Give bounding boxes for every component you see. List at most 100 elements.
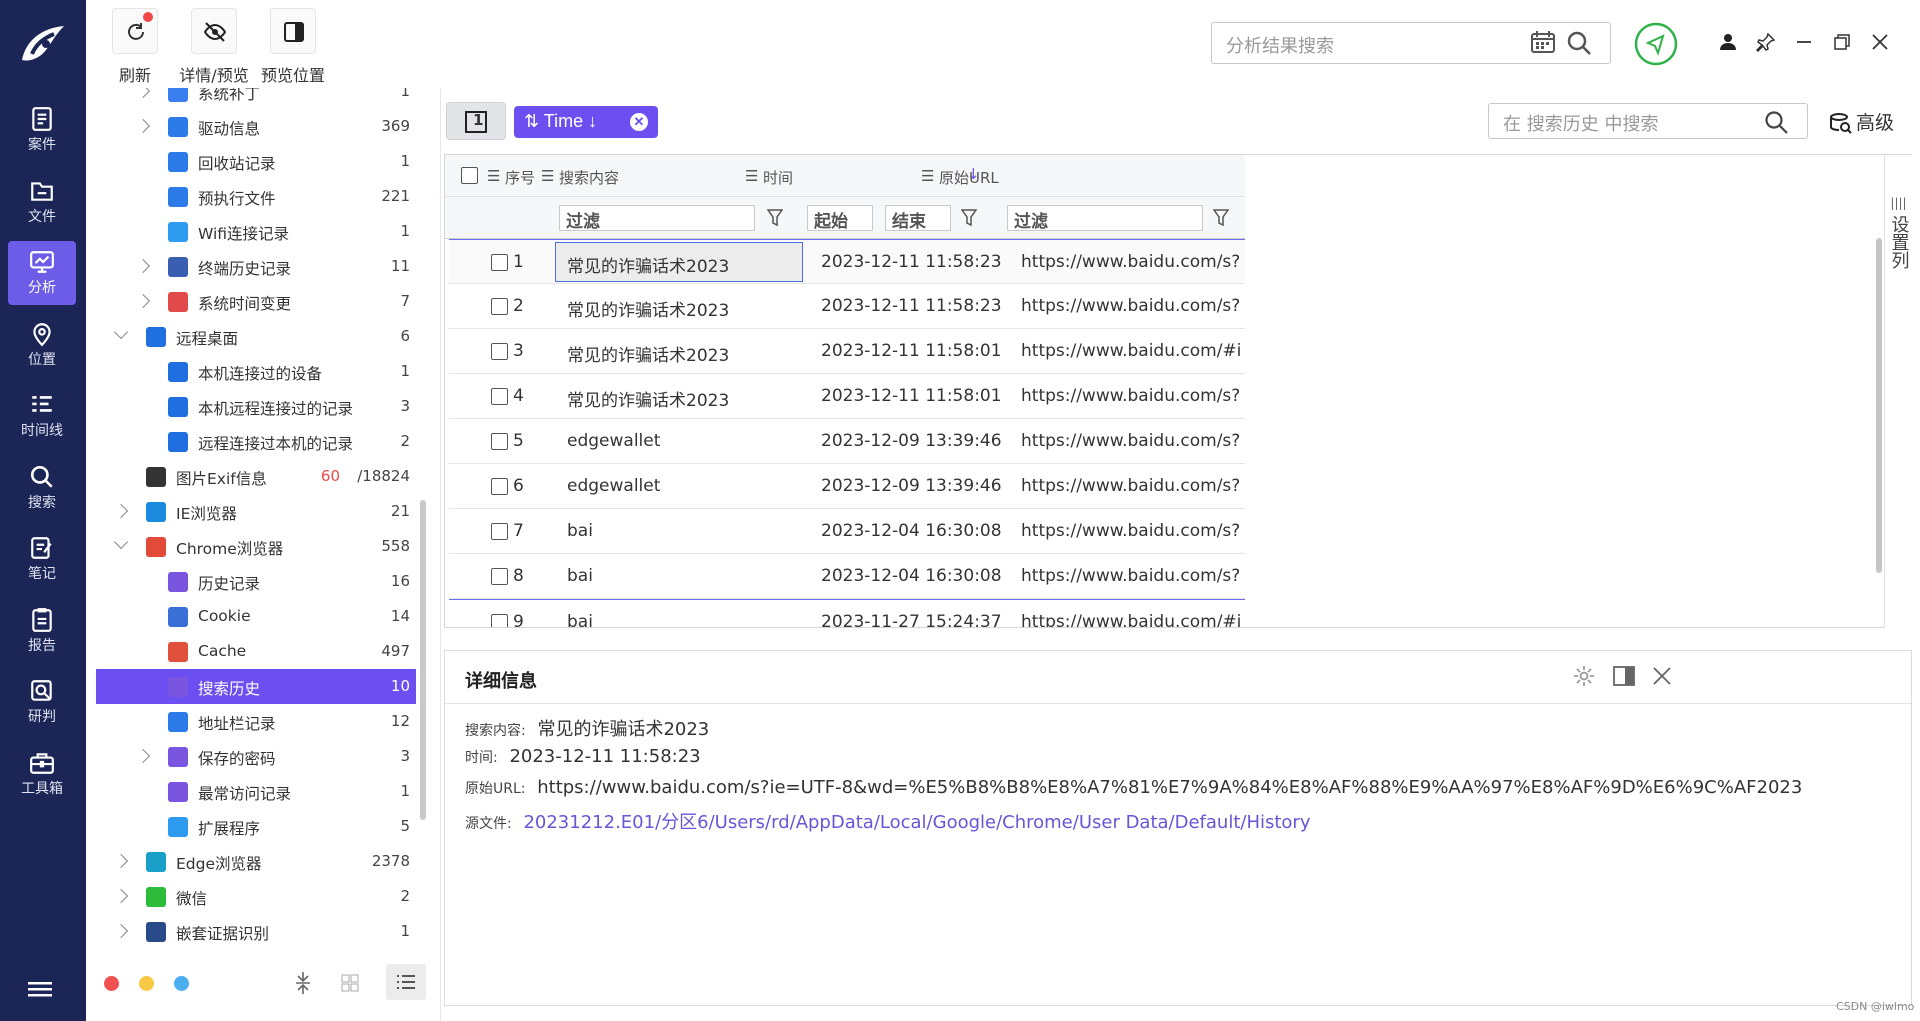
filter-icon[interactable] [766,209,784,232]
table-row[interactable]: 4 常见的诈骗话术2023 2023-12-11 11:58:01 https://w… [449,374,1245,419]
tree-item[interactable]: 保存的密码 3 [96,739,416,774]
close-window-icon[interactable] [1870,32,1890,56]
send-icon[interactable] [1634,22,1678,70]
rail-item[interactable]: 时间线 [8,384,76,448]
preview-position-button[interactable]: 预览位置 [256,8,330,88]
row-checkbox[interactable] [491,523,508,540]
tree-item[interactable]: 嵌套证据识别 1 [96,914,416,949]
restore-icon[interactable] [1832,32,1852,56]
search-icon[interactable] [1566,30,1592,60]
tree-item[interactable]: 搜索历史 10 [96,669,416,704]
chevron-right-icon[interactable] [135,258,151,274]
rail-item[interactable]: 工具箱 [8,742,76,806]
chevron-right-icon[interactable] [113,503,129,519]
red-dot[interactable] [104,976,119,991]
pin-icon[interactable] [1755,32,1776,56]
chevron-right-icon[interactable] [113,853,129,869]
tree-item[interactable]: 回收站记录 1 [96,144,416,179]
column-menu-icon[interactable]: ☰ [921,167,934,185]
tree-item[interactable]: Edge浏览器 2378 [96,844,416,879]
table-row[interactable]: 2 常见的诈骗话术2023 2023-12-11 11:58:23 https://w… [449,284,1245,329]
content-filter-input[interactable]: 过滤 [559,205,755,232]
rail-item[interactable]: 文件 [8,170,76,234]
chevron-right-icon[interactable] [135,88,151,99]
tree-item[interactable]: 地址栏记录 12 [96,704,416,739]
tree-item[interactable]: 终端历史记录 11 [96,249,416,284]
minimize-icon[interactable] [1794,32,1814,56]
row-checkbox[interactable] [491,254,508,271]
col-header-time[interactable]: 时间 [763,167,793,188]
row-checkbox[interactable] [491,388,508,405]
remove-sort-icon[interactable]: ✕ [630,113,648,131]
row-checkbox[interactable] [491,568,508,585]
rail-item[interactable]: 报告 [8,599,76,663]
rail-item[interactable]: 搜索 [8,456,76,520]
chevron-right-icon[interactable] [113,888,129,904]
hamburger-menu-icon[interactable] [28,980,54,1000]
tree-item[interactable]: 扩展程序 5 [96,809,416,844]
tree-item[interactable]: 远程桌面 6 [96,319,416,354]
close-detail-icon[interactable] [1651,665,1673,691]
column-menu-icon[interactable]: ☰ [487,167,500,185]
advanced-button[interactable]: 高级 [1856,108,1894,135]
rail-item[interactable]: 研判 [8,670,76,734]
tree-item[interactable]: Cookie 14 [96,599,416,634]
tree-item[interactable]: Chrome浏览器 558 [96,529,416,564]
panel-divider[interactable] [440,88,441,1021]
tree-item[interactable]: 驱动信息 369 [96,109,416,144]
table-row[interactable]: 5 edgewallet 2023-12-09 13:39:46 https://ww… [449,419,1245,464]
tree-item[interactable]: 远程连接过本机的记录 2 [96,424,416,459]
tree-scrollbar[interactable] [420,500,426,820]
user-icon[interactable] [1718,32,1738,56]
chevron-down-icon[interactable] [113,324,129,340]
list-view-button[interactable] [386,964,426,1000]
table-row[interactable]: 6 edgewallet 2023-12-09 13:39:46 https://ww… [449,464,1245,509]
tree-item[interactable]: 微信 2 [96,879,416,914]
tree-item[interactable]: 最常访问记录 1 [96,774,416,809]
filter-icon[interactable] [960,209,978,232]
collapse-icon[interactable] [294,972,312,998]
row-checkbox[interactable] [491,478,508,495]
sort-chip[interactable]: ⇅ Time ↓ ✕ [514,106,658,138]
blue-dot[interactable] [174,976,189,991]
chevron-right-icon[interactable] [135,293,151,309]
table-row[interactable]: 7 bai 2023-12-04 16:30:08 https://www.baidu… [449,509,1245,554]
col-header-content[interactable]: 搜索内容 [559,167,619,188]
table-row[interactable]: 8 bai 2023-12-04 16:30:08 https://www.baidu… [449,554,1245,599]
column-menu-icon[interactable]: ☰ [541,167,554,185]
refresh-button[interactable]: 刷新 [110,8,160,88]
col-header-seq[interactable]: 序号 [505,167,535,188]
col-header-url[interactable]: 原始URL [939,167,999,188]
history-search-icon[interactable] [1764,110,1788,138]
detail-preview-button[interactable]: 详情/预览 [173,8,255,88]
tree-item[interactable]: 本机连接过的设备 1 [96,354,416,389]
calendar-icon[interactable] [1530,30,1556,58]
chevron-right-icon[interactable] [135,748,151,764]
column-menu-icon[interactable]: ☰ [745,167,758,185]
yellow-dot[interactable] [139,976,154,991]
detail-source-link[interactable]: 20231212.E01/分区6/Users/rd/AppData/Local/… [523,812,1310,833]
chevron-down-icon[interactable] [113,534,129,550]
select-all-checkbox[interactable] [461,167,478,184]
row-checkbox[interactable] [491,298,508,315]
time-start-input[interactable]: 起始 [807,205,873,232]
tree-item[interactable]: 本机远程连接过的记录 3 [96,389,416,424]
grid-view-icon[interactable] [341,974,359,996]
tree-item[interactable]: 预执行文件 221 [96,179,416,214]
chevron-right-icon[interactable] [113,923,129,939]
table-row[interactable]: 3 常见的诈骗话术2023 2023-12-11 11:58:01 https://w… [449,329,1245,374]
rail-item[interactable]: 案件 [8,98,76,162]
tree-item[interactable]: 系统时间变更 7 [96,284,416,319]
tab-1[interactable]: 1 [446,102,506,140]
filter-icon[interactable] [1212,209,1230,232]
advanced-filter-icon[interactable] [1830,112,1852,138]
row-checkbox[interactable] [491,433,508,450]
settings-icon[interactable] [1573,665,1595,691]
rail-item[interactable]: 位置 [8,313,76,377]
rail-item[interactable]: 笔记 [8,527,76,591]
table-row[interactable]: 9 bai 2023-11-27 15:24:37 https://www.baidu… [449,599,1245,627]
history-search-input[interactable]: 在 搜索历史 中搜索 [1488,103,1808,139]
split-panel-icon[interactable] [1613,665,1635,691]
rail-item[interactable]: 分析 [8,241,76,305]
tree-item[interactable]: Wifi连接记录 1 [96,214,416,249]
